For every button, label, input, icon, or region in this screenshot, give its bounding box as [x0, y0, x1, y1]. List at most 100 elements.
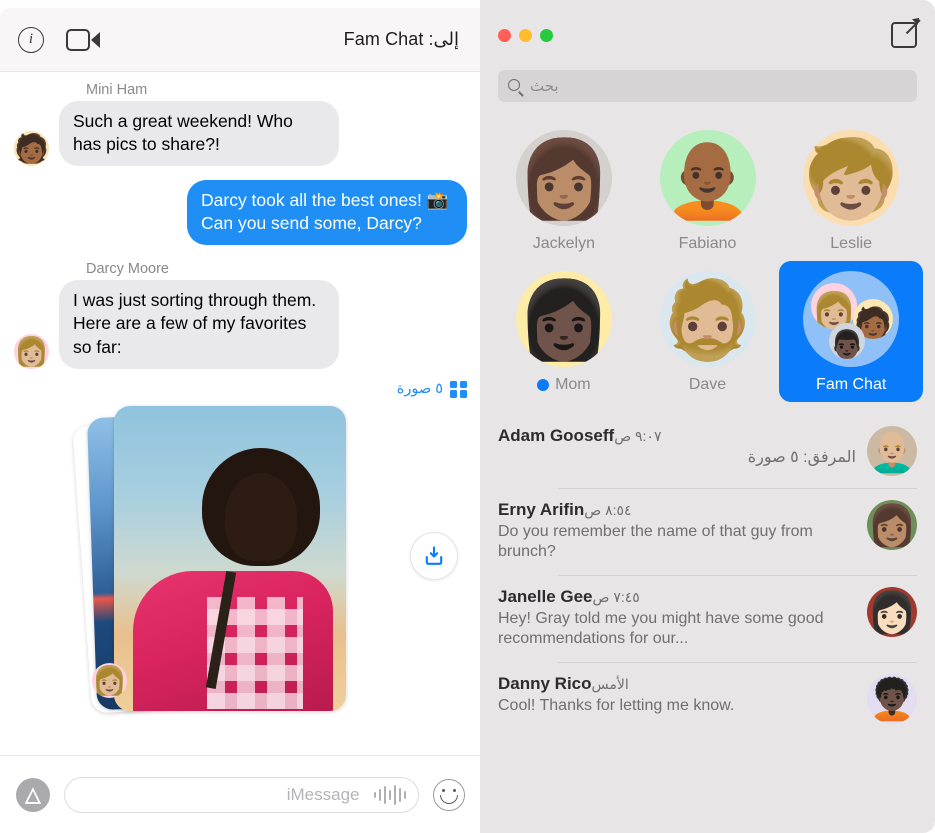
details-button[interactable]: i	[18, 26, 44, 53]
pinned-label-text: Fabiano	[678, 235, 737, 252]
search-placeholder: بحث	[530, 78, 559, 95]
avatar: 🧒🏼	[803, 130, 900, 226]
emoji-picker-button[interactable]	[433, 778, 465, 811]
list-item[interactable]: 👩🏻 ٧:٤٥ ص Janelle Gee Hey! Gray told me …	[480, 574, 935, 662]
message-bubble[interactable]: Darcy took all the best ones! 📸 Can you …	[187, 180, 477, 246]
photo-glyph: 👩🏻	[867, 590, 917, 635]
message-input-field[interactable]: iMessage	[64, 776, 419, 813]
message-bubble[interactable]: I was just sorting through them. Here ar…	[49, 280, 339, 369]
list-item-time: الأمس	[591, 675, 629, 692]
search-container: بحث	[480, 70, 935, 116]
attachment-count-label: ٥ صورة	[396, 381, 443, 398]
message-group: Mini Ham 🧑🏾 Such a great weekend! Who ha…	[14, 82, 467, 167]
list-item-time: ٨:٥٤ ص	[584, 502, 632, 518]
list-item[interactable]: 👩🏽 ٨:٥٤ ص Erny Arifin Do you remember th…	[480, 488, 935, 575]
pinned-label: Fam Chat	[816, 376, 886, 394]
search-icon	[508, 78, 524, 97]
message-bubble[interactable]: Such a great weekend! Who has pics to sh…	[49, 101, 339, 167]
zoom-button[interactable]	[540, 28, 553, 42]
avatar: 👩🏿	[515, 271, 612, 367]
photo-attachment[interactable]	[114, 405, 346, 711]
pinned-label-text: Leslie	[830, 235, 873, 252]
download-attachment-button[interactable]	[410, 531, 458, 580]
list-item-name: Erny Arifin	[498, 500, 585, 519]
avatar[interactable]: 👩🏼	[14, 333, 49, 369]
pinned-conversations-grid: 🧒🏼 Leslie 🧑🏾‍🦲 Fabiano 👩🏽	[480, 116, 935, 410]
photo-grid-icon	[450, 380, 467, 398]
minimize-button[interactable]	[519, 28, 532, 42]
facetime-button[interactable]	[66, 28, 100, 51]
avatar[interactable]: 🧑🏾	[14, 131, 49, 167]
list-item-name: Adam Gooseff	[498, 426, 615, 445]
avatar: 👩🏻	[867, 586, 917, 637]
list-item-preview: Hey! Gray told me you might have some go…	[498, 609, 824, 648]
pinned-conversation-leslie[interactable]: 🧒🏼 Leslie	[779, 120, 923, 261]
photo-glyph: 🧔🏼	[660, 278, 755, 363]
list-item-name: Janelle Gee	[498, 586, 593, 606]
memoji-glyph: 👩🏼	[92, 664, 127, 696]
close-button[interactable]	[498, 28, 511, 42]
app-store-glyph: △	[25, 783, 41, 806]
message-group: Darcy took all the best ones! 📸 Can you …	[14, 180, 477, 246]
memoji-glyph: 👩🏿	[516, 278, 612, 363]
facetime-video-icon	[66, 28, 100, 51]
group-avatar-cluster: 👩🏼 🧑🏾 👨🏿	[803, 271, 900, 367]
pinned-conversation-fam-chat[interactable]: 👩🏼 🧑🏾 👨🏿 Fam Chat	[779, 261, 923, 402]
list-item-preview: Cool! Thanks for letting me know.	[498, 696, 735, 714]
avatar: 👨🏼‍🦲	[867, 426, 917, 476]
smiley-eye-right-icon	[453, 788, 456, 792]
sidebar: بحث 🧒🏼 Leslie 🧑🏾‍🦲 Fab	[480, 0, 935, 833]
message-sender-name: Mini Ham	[86, 82, 148, 98]
pinned-conversation-dave[interactable]: 🧔🏼 Dave	[636, 261, 780, 402]
pinned-label: Dave	[689, 376, 726, 394]
message-list: Mini Ham 🧑🏾 Such a great weekend! Who ha…	[0, 72, 481, 755]
compose-new-message-icon[interactable]	[891, 15, 922, 48]
pinned-label-text: Dave	[688, 376, 727, 393]
pinned-conversation-fabiano[interactable]: 🧑🏾‍🦲 Fabiano	[636, 120, 780, 261]
pinned-label: Leslie	[830, 235, 872, 253]
avatar: 👩🏽	[515, 130, 612, 226]
pinned-conversation-jackelyn[interactable]: 👩🏽 Jackelyn	[492, 120, 636, 261]
memoji-glyph: 🧑🏿‍🦱	[867, 677, 917, 722]
pinned-label: Jackelyn	[533, 235, 595, 253]
attachment-summary[interactable]: ٥ صورة	[86, 380, 467, 398]
list-item-preview: Do you remember the name of that guy fro…	[498, 523, 813, 561]
conversation-pane: i إلى: Fam Chat Mini Ham 🧑🏾 Such a great…	[0, 0, 481, 833]
pinned-label-text: Jackelyn	[532, 235, 595, 252]
avatar: 👩🏽	[867, 500, 917, 550]
photo-glyph: 👨🏼‍🦲	[867, 430, 917, 474]
pinned-conversation-mom[interactable]: 👩🏿 Mom	[492, 261, 636, 402]
group-member-avatar: 👩🏼	[811, 283, 858, 329]
pinned-label-text: Mom	[555, 376, 591, 393]
list-item-name: Danny Rico	[498, 673, 592, 693]
search-input[interactable]: بحث	[498, 70, 917, 102]
unread-indicator-dot	[537, 379, 550, 391]
list-item[interactable]: 🧑🏿‍🦱 الأمس Danny Rico Cool! Thanks for l…	[480, 661, 935, 736]
message-input-placeholder: iMessage	[286, 784, 360, 804]
pinned-label: Fabiano	[679, 235, 737, 253]
memoji-glyph: 🧑🏾	[14, 133, 49, 165]
download-icon	[425, 546, 443, 565]
photo-glyph: 👩🏽	[867, 504, 917, 548]
group-member-avatar: 👨🏿	[829, 323, 866, 359]
conversation-list: 👨🏼‍🦲 ٩:٠٧ ص Adam Gooseff المرفق: ٥ صورة …	[480, 414, 935, 736]
sidebar-header	[480, 0, 935, 70]
photo-stack[interactable]: 👩🏼	[78, 404, 467, 716]
memoji-glyph: 🧑🏾‍🦲	[660, 137, 755, 222]
memoji-glyph: 👩🏼	[14, 335, 49, 367]
message-group: Darcy Moore 👩🏼 I was just sorting throug…	[14, 261, 467, 369]
list-item-preview: المرفق: ٥ صورة	[747, 449, 856, 466]
compose-bar: △ iMessage	[0, 755, 481, 833]
conversation-recipient: إلى: Fam Chat	[343, 29, 459, 49]
app-store-icon[interactable]: △	[16, 777, 55, 812]
avatar[interactable]: 👩🏼	[92, 662, 127, 698]
window-controls	[498, 28, 553, 42]
pinned-label: Mom	[537, 376, 591, 394]
avatar: 🧔🏼	[659, 271, 756, 367]
list-item[interactable]: 👨🏼‍🦲 ٩:٠٧ ص Adam Gooseff المرفق: ٥ صورة	[480, 414, 935, 488]
pinned-label-text: Fam Chat	[816, 376, 887, 393]
list-item-time: ٧:٤٥ ص	[592, 588, 640, 605]
info-icon: i	[18, 26, 44, 53]
audio-waveform-icon[interactable]	[373, 784, 406, 806]
conversation-header: i إلى: Fam Chat	[0, 8, 481, 72]
